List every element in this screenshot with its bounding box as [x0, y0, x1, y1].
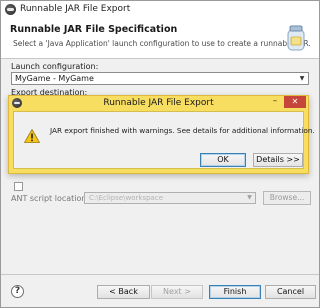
- export-warning-dialog: Runnable JAR File Export – ✕ JAR export …: [8, 95, 315, 174]
- ok-button[interactable]: OK: [200, 153, 246, 167]
- launch-configuration-label: Launch configuration:: [11, 62, 99, 71]
- warning-icon: [24, 129, 40, 143]
- dialog-title: Runnable JAR File Export: [103, 98, 214, 108]
- dialog-titlebar[interactable]: Runnable JAR File Export – ✕: [9, 96, 308, 110]
- ant-script-location-value: C:\Eclipse\workspace: [89, 194, 163, 202]
- launch-configuration-value: MyGame - MyGame: [15, 74, 94, 83]
- jar-icon: [287, 25, 305, 51]
- dialog-message: JAR export finished with warnings. See d…: [50, 126, 315, 135]
- eclipse-app-icon: [5, 4, 16, 15]
- back-button[interactable]: < Back: [97, 285, 150, 299]
- finish-button[interactable]: Finish: [209, 285, 261, 299]
- ant-script-location-combo: C:\Eclipse\workspace ▼: [84, 192, 256, 204]
- chevron-down-icon[interactable]: ▼: [297, 74, 307, 83]
- footer-divider: [1, 274, 319, 275]
- details-button[interactable]: Details >>: [253, 153, 303, 167]
- page-description: Select a 'Java Application' launch confi…: [13, 39, 311, 48]
- dialog-body: JAR export finished with warnings. See d…: [13, 111, 315, 169]
- screen: Runnable JAR File Export Runnable JAR Fi…: [0, 0, 320, 308]
- launch-configuration-combo[interactable]: MyGame - MyGame ▼: [11, 72, 309, 85]
- wizard-header: Runnable JAR File Specification Select a…: [1, 18, 319, 59]
- minimize-icon[interactable]: –: [268, 97, 282, 108]
- page-title: Runnable JAR File Specification: [10, 24, 178, 35]
- close-icon[interactable]: ✕: [284, 96, 306, 108]
- next-button[interactable]: Next >: [151, 285, 203, 299]
- window-title: Runnable JAR File Export: [20, 4, 131, 14]
- chevron-down-icon: ▼: [247, 194, 252, 201]
- ant-browse-button: Browse...: [263, 191, 311, 205]
- ant-script-location-label: ANT script location:: [11, 194, 90, 203]
- save-ant-script-checkbox[interactable]: [14, 182, 23, 191]
- window-titlebar: Runnable JAR File Export: [1, 1, 319, 19]
- cancel-button[interactable]: Cancel: [265, 285, 316, 299]
- help-icon[interactable]: ?: [11, 285, 24, 298]
